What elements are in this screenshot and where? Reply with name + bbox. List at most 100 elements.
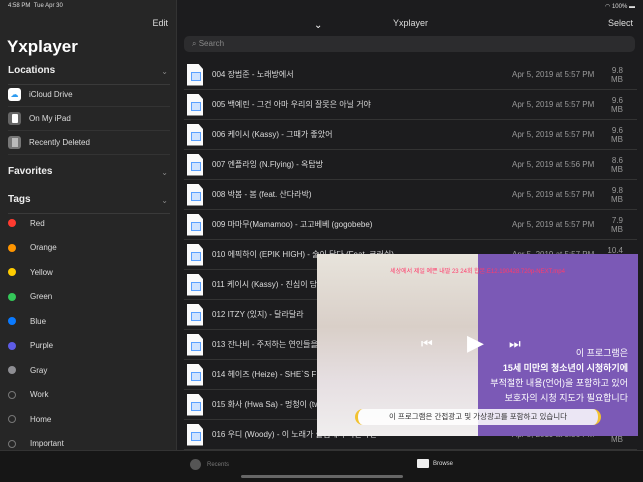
file-size: 9.6 MB — [611, 125, 623, 144]
tag-label: Yellow — [30, 267, 53, 277]
search-icon: ⌕ — [192, 39, 197, 48]
file-row[interactable]: 004 장범준 - 노래방에서 Apr 5, 2019 at 5:57 PM 9.8… — [184, 60, 637, 90]
app-title: Yxplayer — [7, 37, 78, 56]
sidebar-tag-red[interactable]: Red — [8, 211, 170, 235]
video-file-icon — [187, 123, 203, 146]
file-date: Apr 5, 2019 at 5:57 PM — [512, 220, 595, 229]
tag-label: Gray — [30, 365, 48, 375]
sidebar-item-icloud-drive[interactable]: ☁ iCloud Drive — [8, 83, 170, 107]
video-file-icon — [187, 423, 203, 446]
file-size: 8.6 MB — [611, 155, 623, 174]
video-file-icon — [187, 183, 203, 206]
status-time: 4:58 PM Tue Apr 30 — [8, 3, 63, 9]
sidebar-tag-yellow[interactable]: Yellow — [8, 260, 170, 284]
search-placeholder: Search — [198, 39, 225, 48]
wifi-icon: ◠ — [605, 4, 611, 10]
tag-dot-icon — [8, 390, 16, 399]
tag-label: Work — [30, 390, 49, 399]
sidebar: Edit Yxplayer Locations ⌄ ☁ iCloud Drive O… — [0, 0, 177, 450]
file-row[interactable]: 007 엔플라잉 (N.Flying) - 옥탑방 Apr 5, 2019 at … — [184, 150, 637, 180]
select-button[interactable]: Select — [608, 18, 633, 28]
folder-icon — [417, 459, 429, 468]
video-caption: 이 프로그램은 간접광고 및 가상광고를 포함하고 있습니다 — [355, 409, 601, 425]
sidebar-item-recently-deleted[interactable]: Recently Deleted — [8, 131, 170, 155]
location-label: iCloud Drive — [29, 90, 73, 99]
tag-label: Purple — [30, 341, 54, 350]
battery-percent: 100% — [611, 4, 628, 10]
tag-dot-icon — [8, 366, 16, 374]
sidebar-item-on-my-ipad[interactable]: On My iPad — [8, 107, 170, 131]
video-file-icon — [187, 243, 203, 266]
play-icon[interactable]: ▶ — [467, 330, 484, 356]
next-icon[interactable]: ⏭ — [509, 336, 521, 352]
chevron-down-icon: ⌄ — [161, 196, 168, 205]
file-row[interactable]: 006 케이시 (Kassy) - 그때가 좋았어 Apr 5, 2019 at … — [184, 120, 637, 150]
battery-icon: ▬ — [629, 4, 635, 10]
sidebar-tag-purple[interactable]: Purple — [8, 334, 170, 358]
file-row[interactable]: 008 박봄 - 봄 (feat. 산다라박) Apr 5, 2019 at 5:… — [184, 180, 637, 210]
file-row[interactable]: 005 백예린 - 그건 아마 우리의 잘못은 아닐 거야 Apr 5, 2019… — [184, 90, 637, 120]
location-label: Recently Deleted — [29, 138, 90, 147]
trash-icon — [8, 136, 21, 149]
tag-label: Home — [30, 414, 52, 424]
tag-label: Green — [30, 292, 53, 301]
video-player[interactable]: 이 프로그램은 15세 미만의 청소년이 시청하기에 부적절한 내용(언어)을 포함… — [317, 254, 638, 436]
favorites-header[interactable]: Favorites ⌄ — [8, 166, 170, 186]
status-date-text: Tue Apr 30 — [33, 3, 63, 9]
home-indicator[interactable] — [241, 475, 403, 478]
file-name: 007 엔플라잉 (N.Flying) - 옥탑방 — [212, 160, 324, 169]
tab-browse[interactable]: Browse — [417, 459, 453, 468]
previous-icon[interactable]: ⏮ — [421, 336, 433, 352]
video-file-icon — [187, 63, 203, 86]
tag-dot-icon — [8, 219, 16, 227]
video-file-icon — [187, 333, 203, 356]
video-file-icon — [187, 393, 203, 416]
edit-button[interactable]: Edit — [152, 18, 168, 28]
file-name: 008 박봄 - 봄 (feat. 산다라박) — [212, 190, 312, 199]
tag-dot-icon — [8, 439, 16, 448]
ipad-icon — [8, 112, 21, 125]
tab-label: Browse — [433, 460, 454, 467]
file-name: 005 백예린 - 그건 아마 우리의 잘못은 아닐 거야 — [212, 100, 371, 109]
tab-label: Recents — [207, 461, 230, 468]
tag-dot-icon — [8, 415, 16, 423]
rating-warning: 이 프로그램은 15세 미만의 청소년이 시청하기에 부적절한 내용(언어)을 포함… — [490, 348, 628, 403]
file-name: 004 장범준 - 노래방에서 — [212, 70, 294, 79]
file-date: Apr 5, 2019 at 5:57 PM — [512, 70, 595, 79]
status-battery: ◠ 100% ▬ — [605, 3, 635, 10]
tag-dot-icon — [8, 317, 16, 325]
video-file-icon — [187, 93, 203, 116]
tag-dot-icon — [8, 243, 16, 252]
video-file-icon — [187, 153, 203, 176]
location-label: On My iPad — [29, 114, 71, 123]
file-date: Apr 5, 2019 at 5:57 PM — [512, 100, 595, 109]
tag-label: Blue — [30, 316, 47, 326]
cloud-icon: ☁ — [8, 88, 21, 101]
video-file-icon — [187, 273, 203, 296]
sidebar-tag-work[interactable]: Work — [8, 383, 170, 407]
tag-dot-icon — [8, 292, 16, 301]
file-size: 9.6 MB — [611, 95, 623, 114]
tab-recents[interactable]: Recents — [190, 459, 229, 470]
tag-label: Red — [30, 218, 45, 228]
sidebar-tag-orange[interactable]: Orange — [8, 236, 170, 260]
chevron-down-icon: ⌄ — [161, 67, 168, 76]
file-size: 7.9 MB — [611, 215, 623, 234]
clock-icon — [190, 459, 201, 470]
search-input[interactable]: ⌕ Search — [184, 36, 635, 52]
video-title: 세상에서 제일 예쁜 내딸 23 24회 합본.E12.190428.720p-… — [390, 269, 565, 275]
sidebar-tag-blue[interactable]: Blue — [8, 309, 170, 333]
file-name: 009 마마무(Mamamoo) - 고고베베 (gogobebe) — [212, 220, 373, 229]
tag-dot-icon — [8, 268, 16, 276]
file-date: Apr 5, 2019 at 5:57 PM — [512, 190, 595, 199]
file-row[interactable]: 009 마마무(Mamamoo) - 고고베베 (gogobebe) Apr 5,… — [184, 210, 637, 240]
video-file-icon — [187, 213, 203, 236]
file-size: 9.8 MB — [611, 65, 623, 84]
sidebar-tag-home[interactable]: Home — [8, 407, 170, 431]
sidebar-tag-green[interactable]: Green — [8, 285, 170, 309]
tag-label: Important — [30, 439, 64, 448]
file-date: Apr 5, 2019 at 5:57 PM — [512, 130, 595, 139]
locations-header[interactable]: Locations ⌄ — [8, 65, 170, 85]
tag-dot-icon — [8, 341, 16, 350]
sidebar-tag-gray[interactable]: Gray — [8, 358, 170, 382]
